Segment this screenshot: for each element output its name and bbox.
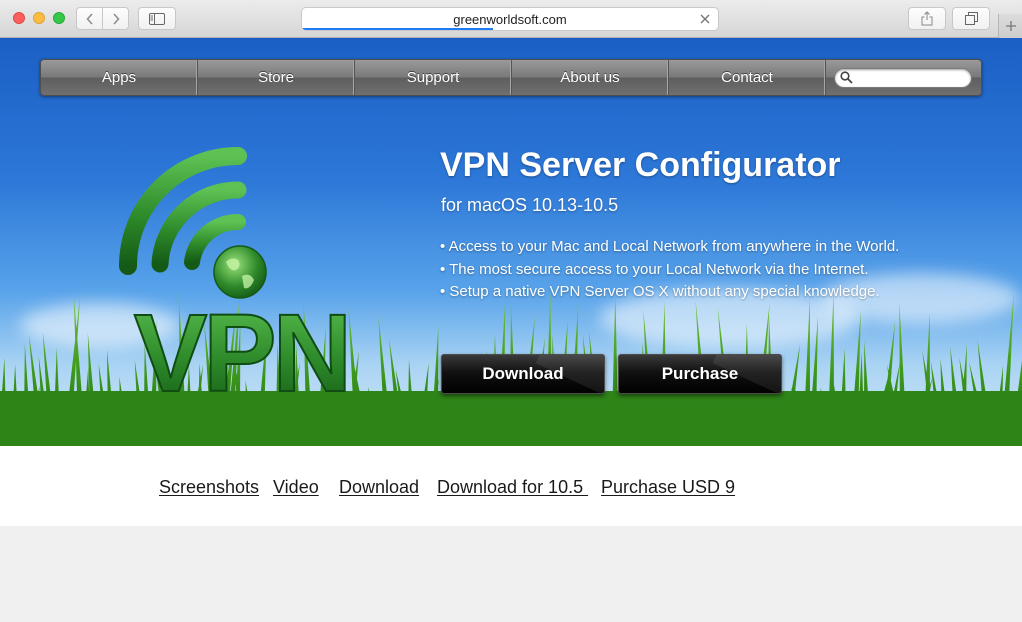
nav-support[interactable]: Support [355, 60, 512, 95]
download-button[interactable]: Download [441, 354, 605, 394]
show-all-tabs-button[interactable] [952, 7, 990, 30]
purchase-button[interactable]: Purchase [618, 354, 782, 394]
share-button[interactable] [908, 7, 946, 30]
zoom-window-icon[interactable] [53, 12, 65, 24]
feature-item: • The most secure access to your Local N… [440, 260, 869, 278]
nav-about-us[interactable]: About us [512, 60, 669, 95]
close-window-icon[interactable] [13, 12, 25, 24]
logo-text: VPN [134, 292, 348, 398]
main-navigation: Apps Store Support About us Contact [40, 59, 982, 96]
back-button[interactable] [77, 8, 102, 29]
search-icon [840, 70, 853, 84]
feature-list: • Access to your Mac and Local Network f… [440, 236, 899, 304]
show-sidebar-button[interactable] [138, 7, 176, 30]
tabs-overview-icon [964, 12, 978, 25]
nav-apps[interactable]: Apps [41, 60, 198, 95]
plus-icon [1005, 21, 1016, 31]
nav-contact[interactable]: Contact [669, 60, 826, 95]
new-tab-button[interactable] [998, 14, 1022, 38]
address-url: greenworldsoft.com [453, 12, 567, 27]
feature-item: • Setup a native VPN Server OS X without… [440, 283, 880, 300]
vpn-logo: VPN [119, 147, 353, 398]
chevron-left-icon [86, 12, 93, 25]
browser-toolbar: greenworldsoft.com [0, 0, 1022, 38]
globe-icon [213, 245, 267, 299]
stop-loading-icon[interactable] [698, 12, 712, 26]
hero-banner: Apps Store Support About us Contact VPN … [0, 38, 1022, 446]
secondary-links: Screenshots Video Download Download for … [0, 446, 1022, 526]
link-video[interactable]: Video [273, 477, 319, 498]
link-purchase-usd[interactable]: Purchase USD 9 [601, 477, 735, 498]
history-nav-group [76, 7, 129, 30]
chevron-right-icon [113, 12, 120, 25]
nav-store[interactable]: Store [198, 60, 355, 95]
page-load-progress [302, 28, 494, 30]
minimize-window-icon[interactable] [33, 12, 45, 24]
wifi-signal-icon [119, 147, 247, 275]
page-footer-area [0, 526, 1022, 622]
product-title: VPN Server Configurator [440, 146, 841, 184]
search-field [834, 67, 972, 88]
link-download[interactable]: Download [339, 477, 419, 498]
link-download-10-5[interactable]: Download for 10.5 [437, 477, 588, 498]
share-icon [921, 11, 933, 26]
sidebar-icon [149, 12, 165, 25]
feature-item: • Access to your Mac and Local Network f… [440, 238, 900, 255]
address-bar[interactable]: greenworldsoft.com [301, 7, 719, 31]
product-subtitle: for macOS 10.13-10.5 [441, 195, 619, 215]
forward-button[interactable] [102, 8, 128, 29]
site-search [826, 60, 981, 95]
search-input[interactable] [857, 69, 967, 86]
link-screenshots[interactable]: Screenshots [159, 477, 259, 498]
